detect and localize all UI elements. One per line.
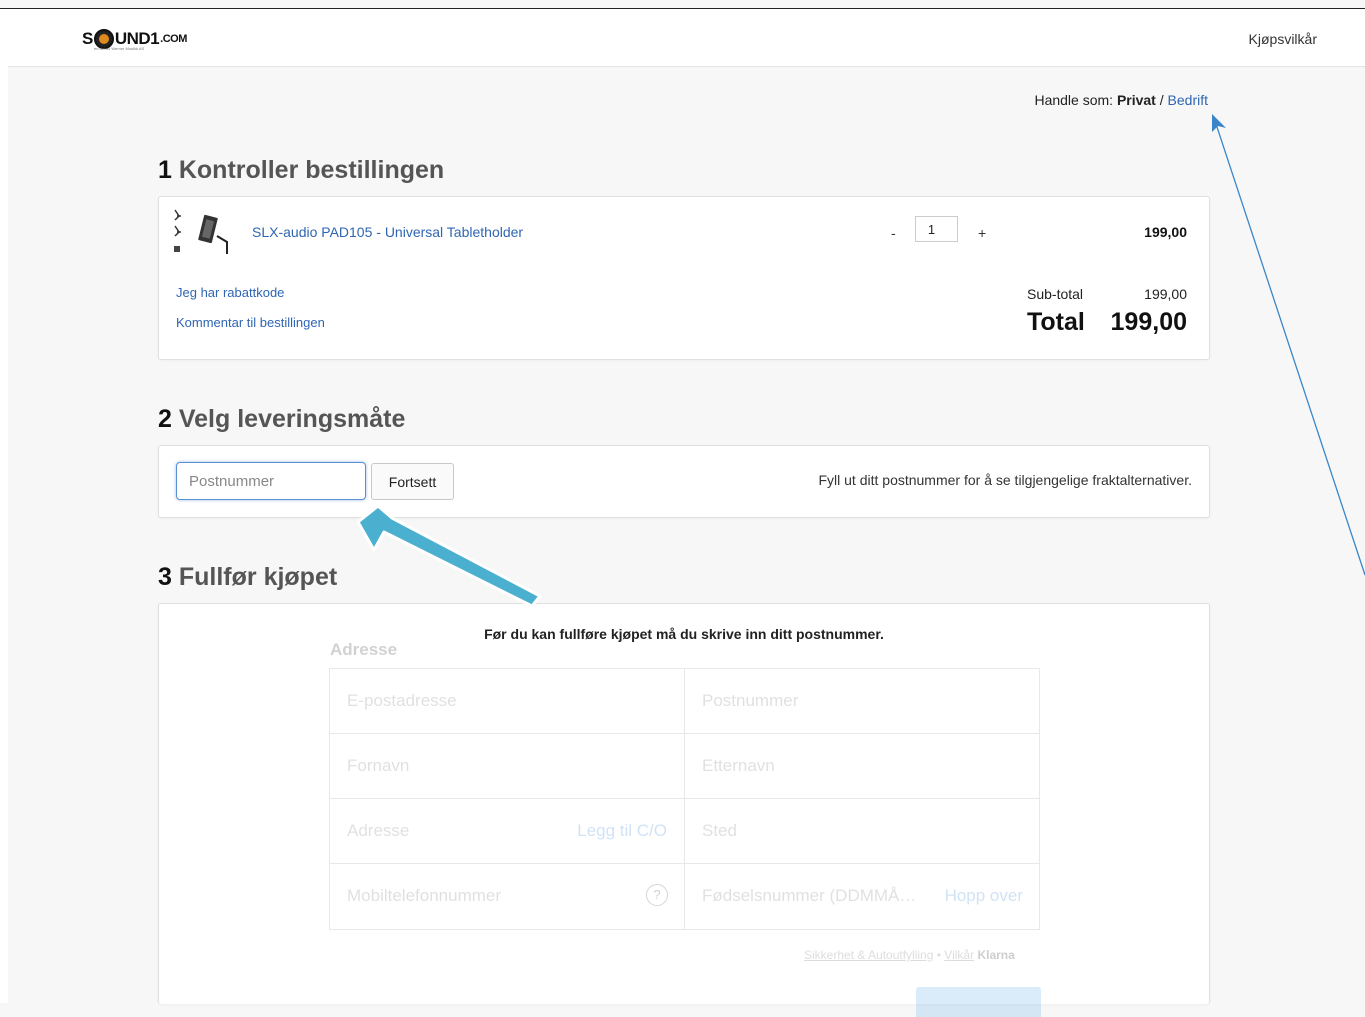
section-title-text: Kontroller bestillingen (178, 156, 445, 184)
help-icon[interactable]: ? (646, 884, 668, 906)
site-header: S UND1 .COM en del av Werner Musikk AS K… (0, 9, 1365, 67)
annotation-arrow-postal (356, 504, 542, 608)
mobile-field[interactable]: Mobiltelefonnummer ? (330, 864, 685, 929)
first-name-field[interactable]: Fornavn (330, 734, 685, 799)
product-name-link[interactable]: SLX-audio PAD105 - Universal Tabletholde… (252, 224, 523, 240)
logo-suffix: .COM (160, 33, 187, 45)
address-title: Adresse (330, 640, 398, 659)
quantity-increase-button[interactable]: + (978, 225, 986, 241)
delivery-card: Fortsett Fyll ut ditt postnummer for å s… (158, 445, 1210, 518)
order-card: SLX-audio PAD105 - Universal Tabletholde… (158, 196, 1210, 360)
total-value: 199,00 (1110, 308, 1187, 336)
email-field[interactable]: E-postadresse (330, 669, 685, 734)
item-price: 199,00 (1144, 224, 1187, 240)
shop-as-label: Handle som: (1034, 92, 1114, 108)
section-number: 3 (158, 563, 172, 591)
shop-as-toggle: Handle som: Privat / Bedrift (1034, 92, 1208, 108)
product-thumbnail[interactable] (171, 206, 233, 256)
section-checkout-title: 3 Fullfør kjøpet (158, 563, 337, 592)
logo-letters-start: S (82, 29, 93, 48)
shop-as-separator: / (1159, 92, 1164, 108)
postal-required-message: Før du kan fullføre kjøpet må du skrive … (484, 626, 884, 642)
last-name-placeholder: Etternavn (702, 756, 775, 775)
security-link[interactable]: Sikkerhet & Autoutfylling (804, 948, 933, 962)
continue-button[interactable]: Fortsett (371, 463, 454, 500)
address-field[interactable]: Adresse Legg til C/O (330, 799, 685, 864)
discount-code-link[interactable]: Jeg har rabattkode (176, 285, 284, 300)
section-title-text: Velg leveringsmåte (178, 405, 406, 433)
birth-number-placeholder: Fødselsnummer (DDMMÅ… (702, 886, 917, 905)
city-placeholder: Sted (702, 821, 737, 840)
postal-code-input[interactable] (176, 462, 366, 500)
klarna-footer: Sikkerhet & Autoutfylling • Vilkår Klarn… (804, 948, 1015, 962)
section-number: 1 (158, 156, 172, 184)
address-placeholder: Adresse (347, 821, 410, 840)
order-comment-link[interactable]: Kommentar til bestillingen (176, 315, 325, 330)
quantity-decrease-button[interactable]: - (891, 225, 896, 241)
section-delivery-title: 2 Velg leveringsmåte (158, 405, 405, 434)
complete-purchase-button[interactable] (916, 987, 1041, 1017)
shop-as-business-link[interactable]: Bedrift (1168, 92, 1208, 108)
terms-link[interactable]: Kjøpsvilkår (1249, 31, 1317, 47)
birth-number-field[interactable]: Fødselsnummer (DDMMÅ… Hopp over (685, 864, 1040, 929)
checkout-card: Adresse E-postadresse Postnummer Fornavn… (158, 603, 1210, 1017)
section-title-text: Fullfør kjøpet (178, 563, 338, 591)
add-co-link[interactable]: Legg til C/O (577, 821, 667, 841)
klarna-brand: Klarna (977, 948, 1015, 962)
last-name-field[interactable]: Etternavn (685, 734, 1040, 799)
address-form-grid: E-postadresse Postnummer Fornavn Etterna… (329, 668, 1040, 930)
klarna-terms-link[interactable]: Vilkår (944, 948, 974, 962)
total-label: Total (1027, 308, 1085, 336)
subtotal-value: 199,00 (1144, 286, 1187, 302)
city-field[interactable]: Sted (685, 799, 1040, 864)
postal-field[interactable]: Postnummer (685, 669, 1040, 734)
section-number: 2 (158, 405, 172, 433)
annotation-arrow-business (1212, 114, 1365, 576)
first-name-placeholder: Fornavn (347, 756, 410, 775)
section-order-title: 1 Kontroller bestillingen (158, 156, 444, 185)
shipping-hint: Fyll ut ditt postnummer for å se tilgjen… (818, 472, 1192, 488)
left-edge-strip (0, 66, 8, 1003)
footer-separator: • (936, 948, 941, 962)
email-placeholder: E-postadresse (347, 691, 457, 710)
shop-as-private[interactable]: Privat (1117, 92, 1156, 108)
postal-placeholder: Postnummer (702, 691, 799, 710)
skip-link[interactable]: Hopp over (945, 886, 1023, 906)
logo[interactable]: S UND1 .COM en del av Werner Musikk AS (82, 29, 187, 59)
mobile-placeholder: Mobiltelefonnummer (347, 886, 502, 905)
logo-tagline: en del av Werner Musikk AS (94, 46, 145, 51)
subtotal-label: Sub-total (1027, 286, 1084, 302)
quantity-input[interactable]: 1 (915, 216, 958, 242)
